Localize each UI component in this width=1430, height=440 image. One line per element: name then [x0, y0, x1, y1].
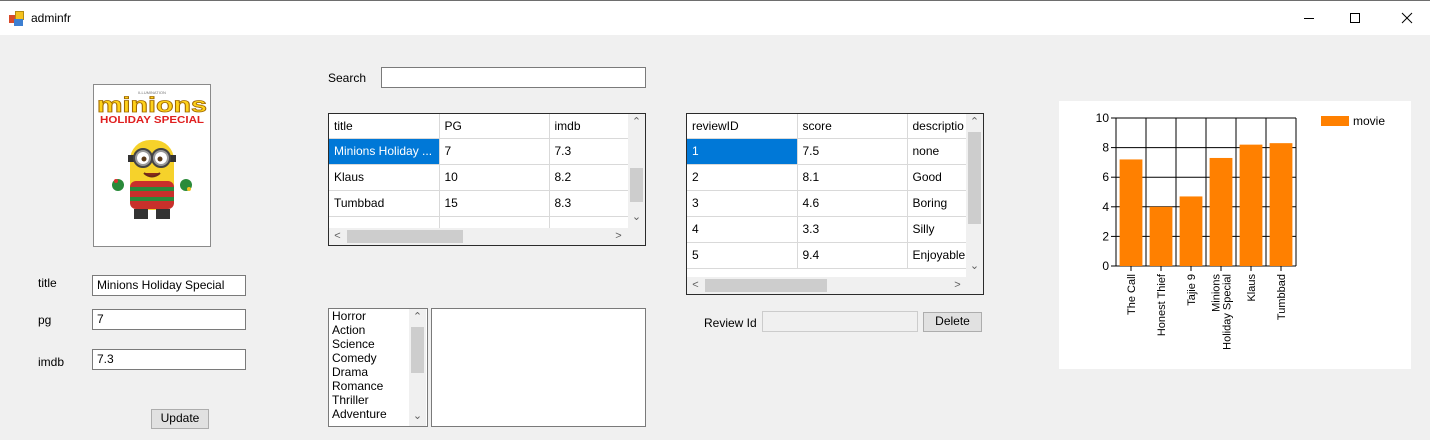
window-title: adminfr	[31, 11, 72, 25]
title-bar: adminfr	[0, 0, 1430, 35]
minion-poster-image: ILLUMINATION minions HOLIDAY SPECIAL	[94, 85, 210, 246]
table-row[interactable]: 5 9.4 Enjoyable	[687, 242, 983, 269]
grid-cell[interactable]: 10	[439, 164, 550, 191]
table-row[interactable]: 1 7.5 none	[687, 138, 983, 165]
genre-scrollbar[interactable]: ⌃ ⌄	[409, 309, 426, 426]
search-input[interactable]	[381, 67, 646, 88]
movies-vertical-scrollbar[interactable]: ⌃ ⌄	[628, 114, 645, 228]
scroll-up-icon[interactable]: ⌃	[409, 309, 426, 326]
grid-cell[interactable]: Minions Holiday ...	[329, 138, 440, 165]
scroll-right-icon[interactable]: >	[610, 228, 627, 245]
update-button[interactable]: Update	[151, 409, 209, 429]
grid-cell[interactable]: 4.6	[797, 190, 908, 217]
bar	[1209, 157, 1233, 266]
column-header-score[interactable]: score	[797, 114, 908, 139]
minimize-button[interactable]	[1286, 1, 1332, 35]
movie-poster: ILLUMINATION minions HOLIDAY SPECIAL	[93, 84, 211, 247]
bar	[1269, 143, 1293, 266]
bar	[1179, 196, 1203, 266]
grid-cell[interactable]: 7	[439, 138, 550, 165]
bar	[1119, 159, 1143, 266]
scroll-down-icon[interactable]: ⌄	[966, 258, 983, 275]
y-tick-label: 0	[1102, 259, 1109, 273]
grid-cell[interactable]: 7.5	[797, 138, 908, 165]
grid-cell[interactable]: 9.4	[797, 242, 908, 269]
title-label: title	[38, 276, 57, 290]
scroll-thumb[interactable]	[411, 327, 424, 373]
grid-cell[interactable]: 15	[439, 190, 550, 217]
movies-grid[interactable]: title PG imdb Minions Holiday ... 7 7.3 …	[328, 113, 646, 246]
y-tick-label: 10	[1096, 111, 1110, 125]
close-icon	[1401, 12, 1413, 24]
title-field[interactable]: Minions Holiday Special	[92, 275, 246, 296]
y-tick-label: 4	[1102, 200, 1109, 214]
close-button[interactable]	[1384, 1, 1430, 35]
reviews-horizontal-scrollbar[interactable]: < >	[687, 277, 966, 294]
grid-cell[interactable]: 1	[687, 138, 798, 165]
genre-list[interactable]: Horror Action Science Comedy Drama Roman…	[328, 308, 428, 427]
x-tick-label: The Call	[1126, 274, 1138, 315]
movies-horizontal-scrollbar[interactable]: < >	[329, 228, 628, 245]
column-header-title[interactable]: title	[329, 114, 440, 139]
grid-cell[interactable]: 8.1	[797, 164, 908, 191]
y-tick-label: 8	[1102, 141, 1109, 155]
y-tick-label: 6	[1102, 170, 1109, 184]
scroll-down-icon[interactable]: ⌄	[628, 209, 645, 226]
review-id-field[interactable]	[762, 311, 918, 332]
table-row[interactable]: 4 3.3 Silly	[687, 216, 983, 243]
x-tick-label: Honest Thief	[1156, 273, 1168, 336]
pg-field[interactable]: 7	[92, 309, 246, 330]
x-tick-label: Klaus	[1246, 274, 1258, 302]
poster-brand: minions	[97, 94, 207, 117]
scroll-thumb[interactable]	[968, 132, 981, 224]
pg-label: pg	[38, 313, 52, 327]
column-header-pg[interactable]: PG	[439, 114, 550, 139]
table-row[interactable]: 3 4.6 Boring	[687, 190, 983, 217]
table-row[interactable]: Minions Holiday ... 7 7.3	[329, 138, 645, 165]
bar-chart: 0246810The Call Honest Thief Tajie 9 Minion…	[1096, 111, 1386, 350]
scroll-up-icon[interactable]: ⌃	[966, 114, 983, 131]
grid-cell[interactable]: 5	[687, 242, 798, 269]
scroll-left-icon[interactable]: <	[687, 277, 704, 294]
scroll-left-icon[interactable]: <	[329, 228, 346, 245]
scroll-right-icon[interactable]: >	[949, 277, 966, 294]
scroll-thumb[interactable]	[630, 168, 643, 202]
x-tick-label: Tajie 9	[1186, 274, 1198, 306]
x-tick-label: Tumbbad	[1276, 274, 1288, 320]
grid-cell[interactable]: 2	[687, 164, 798, 191]
grid-cell[interactable]: 3	[687, 190, 798, 217]
table-row[interactable]: Klaus 10 8.2	[329, 164, 645, 191]
poster-subtitle: HOLIDAY SPECIAL	[100, 115, 204, 126]
reviews-grid[interactable]: reviewID score descriptio 1 7.5 none 2 8…	[686, 113, 984, 295]
search-label: Search	[328, 71, 367, 85]
scroll-up-icon[interactable]: ⌃	[628, 114, 645, 131]
minimize-icon	[1304, 18, 1314, 19]
maximize-icon	[1350, 13, 1360, 23]
bar	[1149, 206, 1173, 266]
table-row[interactable]: 2 8.1 Good	[687, 164, 983, 191]
app-form-icon	[9, 11, 25, 27]
delete-button[interactable]: Delete	[923, 312, 982, 332]
y-tick-label: 2	[1102, 229, 1109, 243]
grid-cell[interactable]: 3.3	[797, 216, 908, 243]
grid-cell[interactable]: 4	[687, 216, 798, 243]
column-header-reviewid[interactable]: reviewID	[687, 114, 798, 139]
scroll-thumb[interactable]	[705, 279, 827, 292]
selected-genre-list[interactable]	[431, 308, 646, 427]
maximize-button[interactable]	[1332, 1, 1378, 35]
scroll-thumb[interactable]	[347, 230, 463, 243]
x-tick-label: Holiday Special	[1222, 274, 1234, 350]
bar	[1239, 144, 1263, 266]
movie-score-chart: 0 2 4 6 8 10 The Call Honest Thief Tajie 9 Minion…	[1059, 101, 1411, 369]
legend-label: movie	[1353, 114, 1385, 128]
review-id-label: Review Id	[704, 316, 757, 330]
imdb-label: imdb	[38, 355, 65, 369]
imdb-field[interactable]: 7.3	[92, 349, 246, 370]
table-row[interactable]: Tumbbad 15 8.3	[329, 190, 645, 217]
grid-cell[interactable]: Klaus	[329, 164, 440, 191]
scroll-down-icon[interactable]: ⌄	[409, 408, 426, 425]
reviews-vertical-scrollbar[interactable]: ⌃ ⌄	[966, 114, 983, 277]
grid-cell[interactable]: Tumbbad	[329, 190, 440, 217]
legend-swatch	[1321, 116, 1349, 126]
